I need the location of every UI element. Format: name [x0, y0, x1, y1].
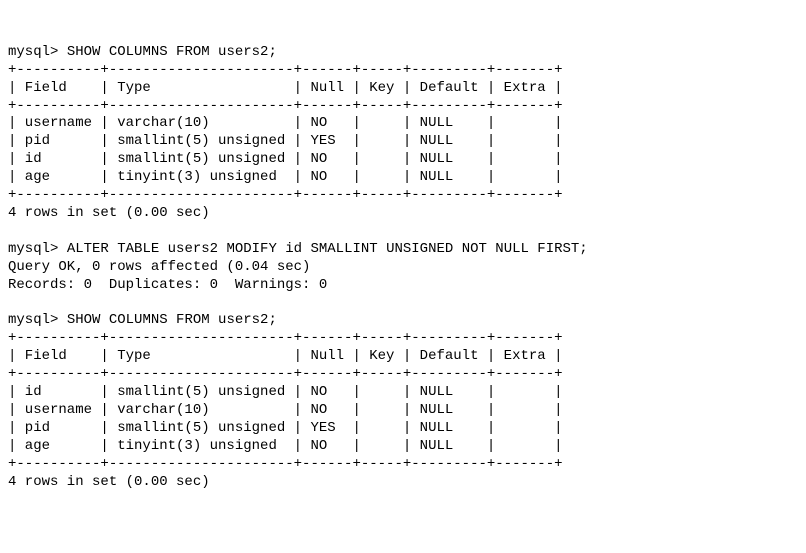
query-ok-line: Query OK, 0 rows affected (0.04 sec) — [8, 259, 310, 275]
sql-command: SHOW COLUMNS FROM users2; — [67, 312, 277, 328]
records-line: Records: 0 Duplicates: 0 Warnings: 0 — [8, 277, 327, 293]
sql-command: ALTER TABLE users2 MODIFY id SMALLINT UN… — [67, 241, 588, 257]
mysql-terminal: mysql> SHOW COLUMNS FROM users2; +------… — [8, 44, 798, 492]
mysql-prompt: mysql> — [8, 241, 58, 257]
mysql-prompt: mysql> — [8, 44, 58, 60]
result-table-1: +----------+----------------------+-----… — [8, 62, 563, 221]
sql-command: SHOW COLUMNS FROM users2; — [67, 44, 277, 60]
mysql-prompt: mysql> — [8, 312, 58, 328]
result-table-2: +----------+----------------------+-----… — [8, 330, 563, 489]
